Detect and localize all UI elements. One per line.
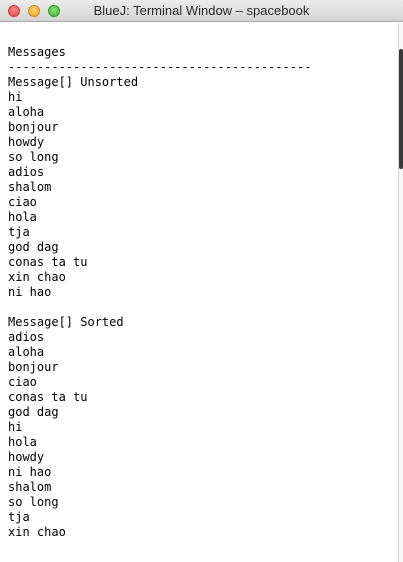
terminal-line: howdy <box>8 135 45 149</box>
terminal-line: so long <box>8 495 59 509</box>
terminal-line: xin chao <box>8 270 66 284</box>
terminal-line: so long <box>8 150 59 164</box>
terminal-line: adios <box>8 165 45 179</box>
window-title: BlueJ: Terminal Window – spacebook <box>93 3 310 18</box>
title-bar[interactable]: BlueJ: Terminal Window – spacebook <box>0 0 403 22</box>
terminal-line: hi <box>8 90 23 104</box>
terminal-line: ciao <box>8 375 37 389</box>
terminal-line: bonjour <box>8 360 59 374</box>
terminal-line: hi <box>8 420 23 434</box>
terminal-line: ciao <box>8 195 37 209</box>
terminal-line: Message[] Unsorted <box>8 75 139 89</box>
terminal-output-area[interactable]: Messages --------------------------------… <box>0 23 398 562</box>
terminal-line: conas ta tu <box>8 390 88 404</box>
terminal-line: ni hao <box>8 285 52 299</box>
terminal-line: shalom <box>8 180 52 194</box>
terminal-line: ----------------------------------------… <box>8 60 312 74</box>
terminal-line: god dag <box>8 405 59 419</box>
terminal-line: Messages <box>8 45 66 59</box>
terminal-line: howdy <box>8 450 45 464</box>
terminal-line: aloha <box>8 105 45 119</box>
terminal-line: aloha <box>8 345 45 359</box>
scrollbar-thumb[interactable] <box>399 49 403 169</box>
terminal-window: BlueJ: Terminal Window – spacebook Messa… <box>0 0 403 562</box>
terminal-line: god dag <box>8 240 59 254</box>
terminal-line: tja <box>8 225 30 239</box>
vertical-scrollbar[interactable] <box>398 23 403 562</box>
terminal-line: adios <box>8 330 45 344</box>
terminal-line: ni hao <box>8 465 52 479</box>
terminal-line: xin chao <box>8 525 66 539</box>
terminal-line: hola <box>8 210 37 224</box>
terminal-line: shalom <box>8 480 52 494</box>
terminal-output-text: Messages --------------------------------… <box>8 45 311 540</box>
terminal-line: hola <box>8 435 37 449</box>
terminal-line: conas ta tu <box>8 255 88 269</box>
terminal-line: bonjour <box>8 120 59 134</box>
terminal-line: Message[] Sorted <box>8 315 124 329</box>
terminal-line: tja <box>8 510 30 524</box>
